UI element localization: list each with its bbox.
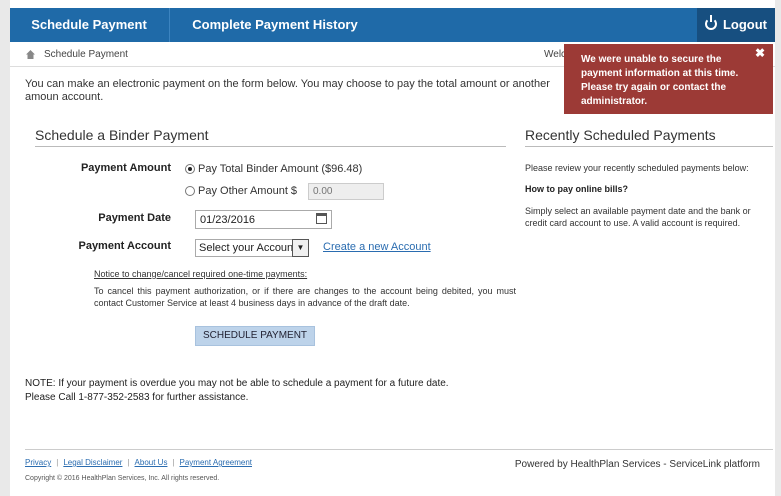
top-nav: Schedule Payment Complete Payment Histor… (10, 8, 775, 42)
close-icon[interactable]: ✖ (755, 46, 765, 60)
recent-payments-title: Recently Scheduled Payments (525, 127, 716, 143)
logout-label: Logout (722, 17, 768, 32)
privacy-link[interactable]: Privacy (25, 458, 51, 467)
other-amount-input[interactable] (308, 183, 384, 200)
about-us-link[interactable]: About Us (135, 458, 168, 467)
payment-amount-label: Payment Amount (80, 162, 171, 174)
error-toast: ✖ We were unable to secure the payment i… (564, 44, 773, 114)
home-icon[interactable] (26, 50, 35, 59)
footer-divider (25, 449, 773, 450)
nav-payment-history[interactable]: Complete Payment History (169, 8, 380, 42)
chevron-down-icon[interactable]: ▼ (292, 239, 309, 257)
note-line-2: Please Call 1-877-352-2583 for further a… (25, 392, 249, 403)
intro-text: You can make an electronic payment on th… (25, 78, 550, 103)
power-icon (704, 15, 717, 30)
payment-account-label: Payment Account (78, 240, 171, 252)
howto-body: Simply select an available payment date … (525, 206, 751, 228)
legal-disclaimer-link[interactable]: Legal Disclaimer (63, 458, 122, 467)
toast-message: We were unable to secure the payment inf… (581, 54, 739, 107)
howto-title: How to pay online bills? (525, 184, 629, 194)
schedule-payment-button[interactable]: SCHEDULE PAYMENT (195, 326, 315, 346)
footer-links: Privacy | Legal Disclaimer | About Us | … (25, 458, 252, 467)
calendar-icon[interactable] (316, 213, 327, 224)
create-account-link[interactable]: Create a new Account (323, 241, 431, 253)
logout-button[interactable]: Logout (697, 8, 775, 42)
pay-other-radio[interactable] (185, 186, 195, 196)
breadcrumb-current: Schedule Payment (44, 49, 128, 60)
pay-total-label: Pay Total Binder Amount ($96.48) (198, 163, 363, 175)
payment-date-input[interactable]: 01/23/2016 (195, 210, 332, 229)
overdue-note: NOTE: If your payment is overdue you may… (25, 377, 495, 405)
note-line-1: NOTE: If your payment is overdue you may… (25, 378, 449, 389)
pay-total-option[interactable]: Pay Total Binder Amount ($96.48) (185, 163, 362, 175)
pay-total-radio[interactable] (185, 164, 195, 174)
separator: | (56, 458, 59, 467)
pay-other-option[interactable]: Pay Other Amount $ (185, 185, 297, 197)
divider (525, 146, 773, 147)
divider (35, 146, 506, 147)
payment-agreement-link[interactable]: Payment Agreement (180, 458, 252, 467)
payment-date-label: Payment Date (98, 212, 171, 224)
notice-title: Notice to change/cancel required one-tim… (94, 269, 308, 279)
pay-other-label: Pay Other Amount $ (198, 185, 298, 197)
welcome-text: Welc (544, 49, 567, 60)
powered-by: Powered by HealthPlan Services - Service… (514, 459, 760, 470)
separator: | (127, 458, 130, 467)
nav-schedule-payment[interactable]: Schedule Payment (10, 8, 168, 42)
form-title: Schedule a Binder Payment (35, 127, 209, 143)
recent-review-text: Please review your recently scheduled pa… (525, 163, 749, 173)
separator: | (172, 458, 175, 467)
notice-body: To cancel this payment authorization, or… (94, 286, 516, 308)
copyright: Copyright © 2016 HealthPlan Services, In… (25, 475, 220, 482)
